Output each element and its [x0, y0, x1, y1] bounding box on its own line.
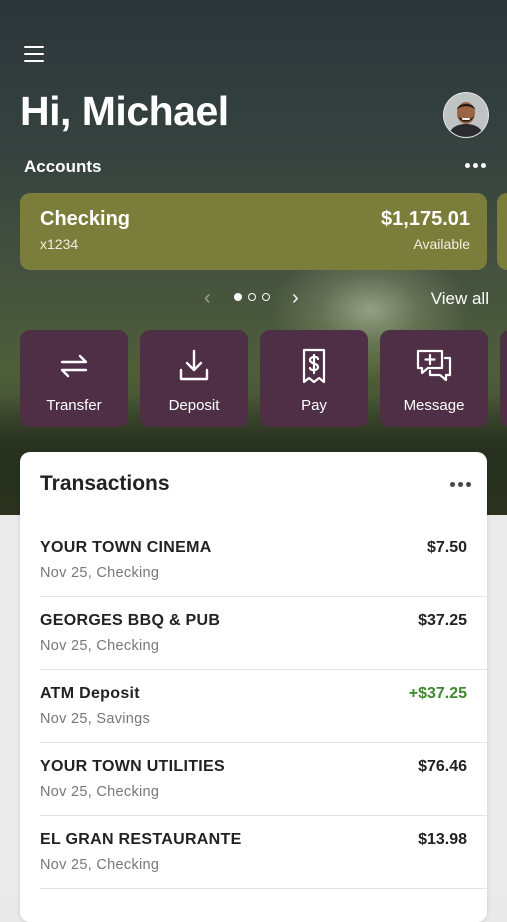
transaction-row[interactable]: YOUR TOWN UTILITIES Nov 25, Checking $76… — [20, 743, 487, 816]
account-pager: ‹ › — [200, 288, 310, 308]
view-all-accounts-link[interactable]: View all — [431, 289, 489, 309]
account-balance-label: Available — [413, 236, 470, 252]
deposit-button[interactable]: Deposit — [140, 330, 248, 427]
avatar-photo-icon — [444, 93, 488, 137]
transaction-name: YOUR TOWN CINEMA — [40, 539, 212, 556]
download-tray-icon — [179, 349, 209, 381]
pay-label: Pay — [301, 397, 327, 414]
deposit-label: Deposit — [168, 397, 220, 414]
chat-plus-icon — [416, 349, 452, 382]
transaction-amount: $76.46 — [418, 758, 467, 775]
transaction-name: YOUR TOWN UTILITIES — [40, 758, 225, 775]
account-card-checking[interactable]: Checking x1234 $1,175.01 Available — [20, 193, 487, 270]
transaction-row[interactable]: ATM Deposit Nov 25, Savings +$37.25 — [20, 670, 487, 743]
pager-dot[interactable] — [262, 293, 270, 301]
account-number: x1234 — [40, 236, 79, 252]
transaction-detail: Nov 25, Checking — [40, 638, 160, 654]
chevron-right-icon[interactable]: › — [292, 288, 299, 308]
transactions-more-icon[interactable] — [450, 482, 471, 487]
transactions-card: Transactions YOUR TOWN CINEMA Nov 25, Ch… — [20, 452, 487, 922]
transaction-detail: Nov 25, Checking — [40, 565, 160, 581]
transactions-title: Transactions — [40, 472, 170, 495]
transfer-button[interactable]: Transfer — [20, 330, 128, 427]
hamburger-menu-icon[interactable] — [24, 44, 46, 64]
row-divider — [40, 888, 487, 889]
message-button[interactable]: Message — [380, 330, 488, 427]
accounts-section-label: Accounts — [24, 157, 102, 176]
chevron-left-icon[interactable]: ‹ — [204, 288, 211, 308]
pager-dot[interactable] — [248, 293, 256, 301]
transaction-detail: Nov 25, Checking — [40, 857, 160, 873]
transaction-name: GEORGES BBQ & PUB — [40, 612, 221, 629]
transaction-detail: Nov 25, Checking — [40, 784, 160, 800]
transaction-row[interactable]: GEORGES BBQ & PUB Nov 25, Checking $37.2… — [20, 597, 487, 670]
account-balance: $1,175.01 — [381, 208, 470, 230]
dollar-receipt-icon — [302, 348, 326, 384]
transaction-amount-credit: +$37.25 — [408, 685, 467, 702]
pager-dot-active[interactable] — [234, 293, 242, 301]
message-label: Message — [403, 397, 465, 414]
transaction-amount: $7.50 — [426, 539, 467, 556]
greeting-title: Hi, Michael — [20, 88, 229, 134]
action-button-peek[interactable] — [500, 330, 507, 427]
transfer-arrows-icon — [60, 354, 88, 378]
transaction-amount: $13.98 — [418, 831, 467, 848]
pay-button[interactable]: Pay — [260, 330, 368, 427]
transaction-row[interactable]: EL GRAN RESTAURANTE Nov 25, Checking $13… — [20, 816, 487, 889]
transaction-amount: $37.25 — [418, 612, 467, 629]
transaction-detail: Nov 25, Savings — [40, 711, 151, 727]
transaction-name: ATM Deposit — [40, 685, 140, 702]
accounts-more-icon[interactable] — [465, 163, 486, 168]
user-avatar[interactable] — [443, 92, 489, 138]
account-name: Checking — [40, 208, 131, 230]
account-card-next-peek[interactable] — [497, 193, 507, 270]
transaction-name: EL GRAN RESTAURANTE — [40, 831, 242, 848]
transfer-label: Transfer — [46, 397, 102, 414]
transaction-row[interactable]: YOUR TOWN CINEMA Nov 25, Checking $7.50 — [20, 524, 487, 597]
